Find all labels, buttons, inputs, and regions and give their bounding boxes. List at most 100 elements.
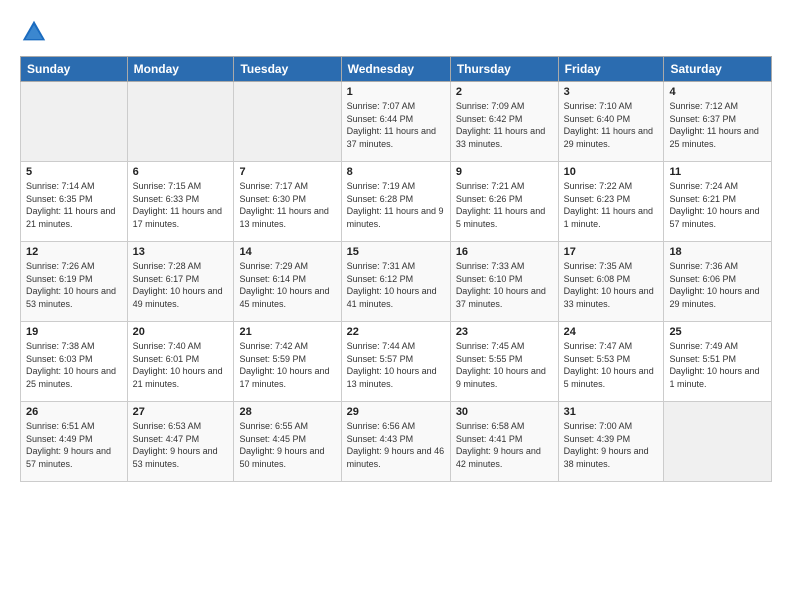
- day-info: Sunrise: 7:31 AM Sunset: 6:12 PM Dayligh…: [347, 260, 445, 310]
- day-number: 9: [456, 166, 553, 178]
- day-number: 2: [456, 86, 553, 98]
- day-info: Sunrise: 7:15 AM Sunset: 6:33 PM Dayligh…: [133, 180, 229, 230]
- calendar-cell: 20 Sunrise: 7:40 AM Sunset: 6:01 PM Dayli…: [127, 322, 234, 402]
- day-number: 15: [347, 246, 445, 258]
- day-info: Sunrise: 7:40 AM Sunset: 6:01 PM Dayligh…: [133, 340, 229, 390]
- calendar-cell: 29 Sunrise: 6:56 AM Sunset: 4:43 PM Dayli…: [341, 402, 450, 482]
- calendar-cell: 10 Sunrise: 7:22 AM Sunset: 6:23 PM Dayli…: [558, 162, 664, 242]
- weekday-header-tuesday: Tuesday: [234, 57, 341, 82]
- calendar-week-row: 12Sunrise: 7:26 AM Sunset: 6:19 PM Dayli…: [21, 242, 772, 322]
- day-number: 29: [347, 406, 445, 418]
- day-info: Sunrise: 7:10 AM Sunset: 6:40 PM Dayligh…: [564, 100, 659, 150]
- day-number: 28: [239, 406, 335, 418]
- calendar-cell: 13 Sunrise: 7:28 AM Sunset: 6:17 PM Dayli…: [127, 242, 234, 322]
- calendar-week-row: 26 Sunrise: 6:51 AM Sunset: 4:49 PM Dayli…: [21, 402, 772, 482]
- calendar-cell: 9 Sunrise: 7:21 AM Sunset: 6:26 PM Daylig…: [450, 162, 558, 242]
- day-number: 22: [347, 326, 445, 338]
- day-number: 16: [456, 246, 553, 258]
- day-info: Sunrise: 7:33 AM Sunset: 6:10 PM Dayligh…: [456, 260, 553, 310]
- day-info: Sunrise: 7:42 AM Sunset: 5:59 PM Dayligh…: [239, 340, 335, 390]
- day-number: 25: [669, 326, 766, 338]
- calendar-cell: [664, 402, 772, 482]
- day-number: 27: [133, 406, 229, 418]
- day-info: Sunrise: 7:21 AM Sunset: 6:26 PM Dayligh…: [456, 180, 553, 230]
- day-info: Sunrise: 6:53 AM Sunset: 4:47 PM Dayligh…: [133, 420, 229, 470]
- day-info: Sunrise: 6:56 AM Sunset: 4:43 PM Dayligh…: [347, 420, 445, 470]
- header: [20, 18, 772, 46]
- day-info: Sunrise: 7:38 AM Sunset: 6:03 PM Dayligh…: [26, 340, 122, 390]
- day-number: 7: [239, 166, 335, 178]
- day-info: Sunrise: 7:00 AM Sunset: 4:39 PM Dayligh…: [564, 420, 659, 470]
- day-info: Sunrise: 7:47 AM Sunset: 5:53 PM Dayligh…: [564, 340, 659, 390]
- day-number: 8: [347, 166, 445, 178]
- weekday-header-sunday: Sunday: [21, 57, 128, 82]
- day-number: 30: [456, 406, 553, 418]
- day-info: Sunrise: 7:45 AM Sunset: 5:55 PM Dayligh…: [456, 340, 553, 390]
- calendar-cell: 16 Sunrise: 7:33 AM Sunset: 6:10 PM Dayli…: [450, 242, 558, 322]
- calendar-week-row: 5Sunrise: 7:14 AM Sunset: 6:35 PM Daylig…: [21, 162, 772, 242]
- day-info: Sunrise: 7:28 AM Sunset: 6:17 PM Dayligh…: [133, 260, 229, 310]
- calendar-week-row: 19Sunrise: 7:38 AM Sunset: 6:03 PM Dayli…: [21, 322, 772, 402]
- day-info: Sunrise: 7:14 AM Sunset: 6:35 PM Dayligh…: [26, 180, 122, 230]
- weekday-header-saturday: Saturday: [664, 57, 772, 82]
- day-info: Sunrise: 7:49 AM Sunset: 5:51 PM Dayligh…: [669, 340, 766, 390]
- day-number: 1: [347, 86, 445, 98]
- day-number: 13: [133, 246, 229, 258]
- day-info: Sunrise: 7:24 AM Sunset: 6:21 PM Dayligh…: [669, 180, 766, 230]
- calendar-cell: 2 Sunrise: 7:09 AM Sunset: 6:42 PM Daylig…: [450, 82, 558, 162]
- day-number: 20: [133, 326, 229, 338]
- day-info: Sunrise: 7:29 AM Sunset: 6:14 PM Dayligh…: [239, 260, 335, 310]
- day-number: 18: [669, 246, 766, 258]
- weekday-header-monday: Monday: [127, 57, 234, 82]
- day-info: Sunrise: 7:22 AM Sunset: 6:23 PM Dayligh…: [564, 180, 659, 230]
- calendar-cell: 19Sunrise: 7:38 AM Sunset: 6:03 PM Dayli…: [21, 322, 128, 402]
- calendar-cell: 25 Sunrise: 7:49 AM Sunset: 5:51 PM Dayli…: [664, 322, 772, 402]
- day-info: Sunrise: 6:51 AM Sunset: 4:49 PM Dayligh…: [26, 420, 122, 470]
- calendar-cell: 8 Sunrise: 7:19 AM Sunset: 6:28 PM Daylig…: [341, 162, 450, 242]
- day-info: Sunrise: 7:36 AM Sunset: 6:06 PM Dayligh…: [669, 260, 766, 310]
- weekday-header-wednesday: Wednesday: [341, 57, 450, 82]
- calendar-cell: 15 Sunrise: 7:31 AM Sunset: 6:12 PM Dayli…: [341, 242, 450, 322]
- day-info: Sunrise: 6:55 AM Sunset: 4:45 PM Dayligh…: [239, 420, 335, 470]
- calendar-cell: 18 Sunrise: 7:36 AM Sunset: 6:06 PM Dayli…: [664, 242, 772, 322]
- day-number: 11: [669, 166, 766, 178]
- day-info: Sunrise: 7:09 AM Sunset: 6:42 PM Dayligh…: [456, 100, 553, 150]
- calendar-cell: 3 Sunrise: 7:10 AM Sunset: 6:40 PM Daylig…: [558, 82, 664, 162]
- calendar-cell: 6 Sunrise: 7:15 AM Sunset: 6:33 PM Daylig…: [127, 162, 234, 242]
- calendar-table: SundayMondayTuesdayWednesdayThursdayFrid…: [20, 56, 772, 482]
- day-number: 4: [669, 86, 766, 98]
- calendar-cell: [234, 82, 341, 162]
- day-number: 12: [26, 246, 122, 258]
- calendar-cell: 31 Sunrise: 7:00 AM Sunset: 4:39 PM Dayli…: [558, 402, 664, 482]
- calendar-header-row: SundayMondayTuesdayWednesdayThursdayFrid…: [21, 57, 772, 82]
- day-number: 14: [239, 246, 335, 258]
- weekday-header-friday: Friday: [558, 57, 664, 82]
- day-info: Sunrise: 7:17 AM Sunset: 6:30 PM Dayligh…: [239, 180, 335, 230]
- calendar-cell: 12Sunrise: 7:26 AM Sunset: 6:19 PM Dayli…: [21, 242, 128, 322]
- day-number: 17: [564, 246, 659, 258]
- calendar-cell: 26 Sunrise: 6:51 AM Sunset: 4:49 PM Dayli…: [21, 402, 128, 482]
- calendar-cell: [21, 82, 128, 162]
- calendar-cell: 27 Sunrise: 6:53 AM Sunset: 4:47 PM Dayli…: [127, 402, 234, 482]
- day-number: 3: [564, 86, 659, 98]
- day-number: 6: [133, 166, 229, 178]
- day-info: Sunrise: 7:35 AM Sunset: 6:08 PM Dayligh…: [564, 260, 659, 310]
- day-number: 10: [564, 166, 659, 178]
- day-info: Sunrise: 7:12 AM Sunset: 6:37 PM Dayligh…: [669, 100, 766, 150]
- weekday-header-thursday: Thursday: [450, 57, 558, 82]
- calendar-cell: 14 Sunrise: 7:29 AM Sunset: 6:14 PM Dayli…: [234, 242, 341, 322]
- calendar-cell: 30Sunrise: 6:58 AM Sunset: 4:41 PM Dayli…: [450, 402, 558, 482]
- day-number: 26: [26, 406, 122, 418]
- day-info: Sunrise: 7:44 AM Sunset: 5:57 PM Dayligh…: [347, 340, 445, 390]
- calendar-cell: 17 Sunrise: 7:35 AM Sunset: 6:08 PM Dayli…: [558, 242, 664, 322]
- calendar-cell: 4 Sunrise: 7:12 AM Sunset: 6:37 PM Daylig…: [664, 82, 772, 162]
- calendar-cell: 11 Sunrise: 7:24 AM Sunset: 6:21 PM Dayli…: [664, 162, 772, 242]
- logo-icon: [20, 18, 48, 46]
- logo: [20, 18, 52, 46]
- calendar-cell: 23Sunrise: 7:45 AM Sunset: 5:55 PM Dayli…: [450, 322, 558, 402]
- calendar-page: SundayMondayTuesdayWednesdayThursdayFrid…: [0, 0, 792, 612]
- calendar-cell: 7 Sunrise: 7:17 AM Sunset: 6:30 PM Daylig…: [234, 162, 341, 242]
- day-number: 31: [564, 406, 659, 418]
- calendar-cell: [127, 82, 234, 162]
- day-info: Sunrise: 7:19 AM Sunset: 6:28 PM Dayligh…: [347, 180, 445, 230]
